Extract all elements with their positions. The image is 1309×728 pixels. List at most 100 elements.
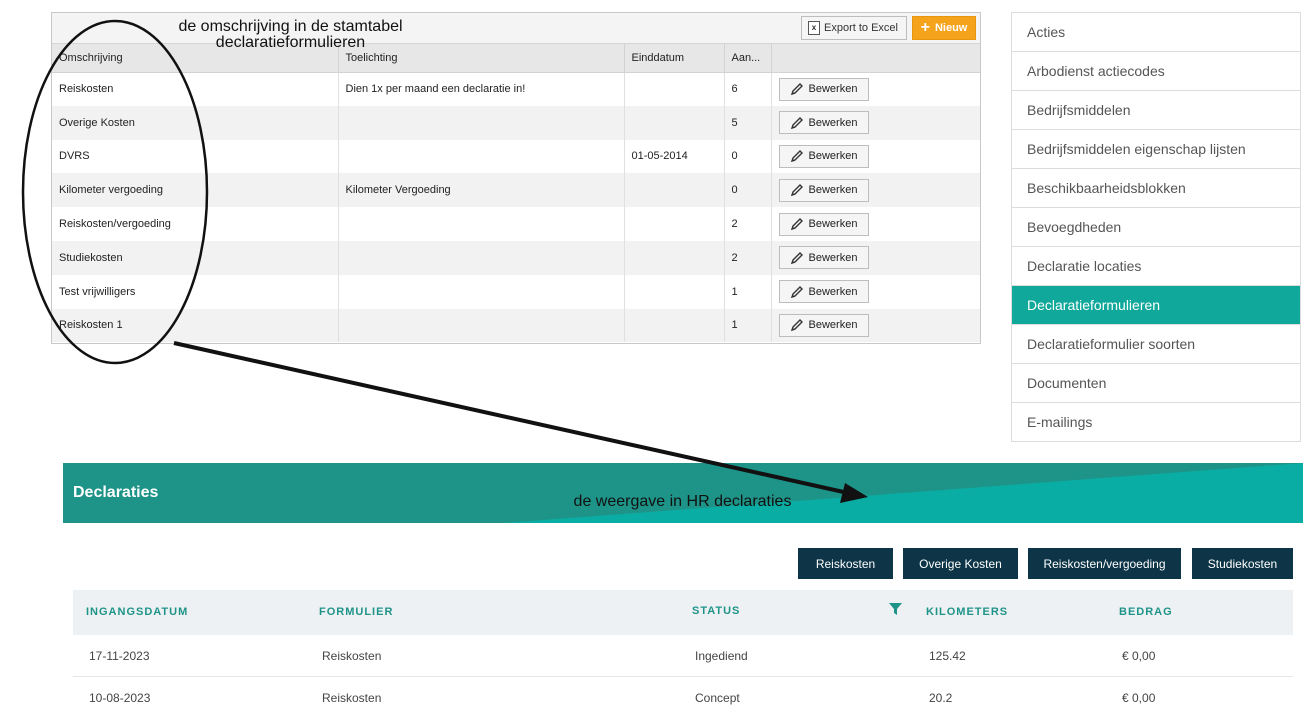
hr-column-status[interactable]: STATUS <box>692 605 740 617</box>
new-button[interactable]: + Nieuw <box>912 16 976 40</box>
edit-button[interactable]: Bewerken <box>778 111 869 135</box>
edit-button[interactable]: Bewerken <box>778 77 869 101</box>
hr-cell-formulier: Reiskosten <box>322 649 382 663</box>
column-header-actions <box>771 44 980 73</box>
edit-label: Bewerken <box>808 116 858 129</box>
cell-omschrijving: Studiekosten <box>52 240 339 275</box>
edit-label: Bewerken <box>808 218 858 231</box>
declaratieformulieren-grid: x Export to Excel + Nieuw Omschrijving T… <box>51 12 981 344</box>
table-row[interactable]: Reiskosten/vergoeding 2 Bewerken <box>52 207 980 241</box>
cell-omschrijving: Kilometer vergoeding <box>52 173 339 208</box>
edit-button[interactable]: Bewerken <box>778 178 869 202</box>
cell-toelichting <box>338 207 625 241</box>
export-excel-label: Export to Excel <box>824 22 898 34</box>
pencil-icon <box>790 218 803 231</box>
hr-cell-bedrag: € 0,00 <box>1122 691 1156 705</box>
cell-toelichting: Dien 1x per maand een declaratie in! <box>338 72 625 106</box>
side-menu-item-bedrijfsmiddelen-eigenschap-lijsten[interactable]: Bedrijfsmiddelen eigenschap lijsten <box>1012 130 1300 169</box>
cell-einddatum <box>624 308 725 343</box>
table-row[interactable]: Kilometer vergoeding Kilometer Vergoeding… <box>52 173 980 208</box>
edit-button[interactable]: Bewerken <box>778 246 869 270</box>
side-menu: Acties Arbodienst actiecodes Bedrijfsmidde… <box>1011 12 1301 442</box>
cell-omschrijving: Reiskosten/vergoeding <box>52 207 339 241</box>
edit-label: Bewerken <box>808 319 858 332</box>
side-menu-item-documenten[interactable]: Documenten <box>1012 364 1300 403</box>
hr-cell-status: Ingediend <box>695 649 748 663</box>
filter-button-overige-kosten[interactable]: Overige Kosten <box>903 548 1018 579</box>
side-menu-item-beschikbaarheidsblokken[interactable]: Beschikbaarheidsblokken <box>1012 169 1300 208</box>
side-menu-item-arbodienst-actiecodes[interactable]: Arbodienst actiecodes <box>1012 52 1300 91</box>
cell-einddatum <box>624 274 725 309</box>
column-header-aantal[interactable]: Aan... <box>724 44 772 73</box>
grid-table: Omschrijving Toelichting Einddatum Aan..… <box>52 44 980 343</box>
cell-aantal: 1 <box>724 308 772 343</box>
side-menu-item-acties[interactable]: Acties <box>1012 13 1300 52</box>
cell-aantal: 5 <box>724 105 772 140</box>
cell-toelichting <box>338 274 625 309</box>
side-menu-item-bedrijfsmiddelen[interactable]: Bedrijfsmiddelen <box>1012 91 1300 130</box>
hr-cell-kilometers: 125.42 <box>929 649 966 663</box>
cell-actions: Bewerken <box>771 173 980 208</box>
annotation-top-line1: de omschrijving in de stamtabel <box>178 18 403 35</box>
hr-column-kilometers[interactable]: KILOMETERS <box>926 606 1008 618</box>
cell-actions: Bewerken <box>771 308 980 343</box>
pencil-icon <box>790 150 803 163</box>
excel-icon: x <box>808 21 820 35</box>
declaraties-table-header: INGANGSDATUM FORMULIER STATUS KILOMETERS… <box>73 590 1293 635</box>
export-excel-button[interactable]: x Export to Excel <box>801 16 907 40</box>
hr-column-bedrag[interactable]: BEDRAG <box>1119 606 1173 618</box>
cell-actions: Bewerken <box>771 105 980 140</box>
side-menu-item-declaratie-locaties[interactable]: Declaratie locaties <box>1012 247 1300 286</box>
pencil-icon <box>790 116 803 129</box>
cell-omschrijving: Overige Kosten <box>52 105 339 140</box>
table-row[interactable]: 10-08-2023 Reiskosten Concept 20.2 € 0,0… <box>73 677 1293 719</box>
edit-button[interactable]: Bewerken <box>778 144 869 168</box>
edit-label: Bewerken <box>808 251 858 264</box>
cell-actions: Bewerken <box>771 207 980 241</box>
table-row[interactable]: Test vrijwilligers 1 Bewerken <box>52 274 980 309</box>
hr-column-ingangsdatum[interactable]: INGANGSDATUM <box>86 606 188 618</box>
table-row[interactable]: Studiekosten 2 Bewerken <box>52 240 980 275</box>
cell-omschrijving: DVRS <box>52 139 339 174</box>
cell-aantal: 1 <box>724 274 772 309</box>
table-row[interactable]: 17-11-2023 Reiskosten Ingediend 125.42 €… <box>73 635 1293 677</box>
cell-actions: Bewerken <box>771 240 980 275</box>
table-row[interactable]: DVRS 01-05-2014 0 Bewerken <box>52 139 980 174</box>
hr-cell-formulier: Reiskosten <box>322 691 382 705</box>
edit-button[interactable]: Bewerken <box>778 212 869 236</box>
table-row[interactable]: Reiskosten 1 1 Bewerken <box>52 308 980 343</box>
edit-label: Bewerken <box>808 83 858 96</box>
cell-einddatum <box>624 207 725 241</box>
table-row[interactable]: Reiskosten Dien 1x per maand een declarat… <box>52 72 980 106</box>
filter-button-studiekosten[interactable]: Studiekosten <box>1192 548 1293 579</box>
cell-actions: Bewerken <box>771 275 980 309</box>
table-row[interactable]: Overige Kosten 5 Bewerken <box>52 105 980 140</box>
cell-einddatum <box>624 105 725 140</box>
edit-button[interactable]: Bewerken <box>778 313 869 337</box>
annotation-top-line2: declaratieformulieren <box>215 34 366 51</box>
filter-button-reiskosten[interactable]: Reiskosten <box>798 548 893 579</box>
cell-aantal: 2 <box>724 240 772 275</box>
hr-cell-datum: 17-11-2023 <box>89 649 150 663</box>
filter-icon[interactable] <box>889 603 902 615</box>
edit-button[interactable]: Bewerken <box>778 280 869 304</box>
cell-omschrijving: Reiskosten <box>52 72 339 106</box>
cell-aantal: 0 <box>724 173 772 208</box>
cell-toelichting <box>338 139 625 174</box>
cell-aantal: 2 <box>724 207 772 241</box>
side-menu-item-declaratieformulier-soorten[interactable]: Declaratieformulier soorten <box>1012 325 1300 364</box>
side-menu-item-declaratieformulieren[interactable]: Declaratieformulieren <box>1012 286 1300 325</box>
plus-icon: + <box>920 19 930 36</box>
cell-toelichting <box>338 105 625 140</box>
cell-actions: Bewerken <box>771 72 980 106</box>
annotation-top: de omschrijving in de stamtabel declarat… <box>178 19 403 51</box>
side-menu-item-e-mailings[interactable]: E-mailings <box>1012 403 1300 442</box>
filter-button-reiskosten-vergoeding[interactable]: Reiskosten/vergoeding <box>1028 548 1181 579</box>
pencil-icon <box>790 319 803 332</box>
side-menu-item-bevoegdheden[interactable]: Bevoegdheden <box>1012 208 1300 247</box>
cell-einddatum: 01-05-2014 <box>624 139 725 174</box>
hr-column-formulier[interactable]: FORMULIER <box>319 606 393 618</box>
column-header-einddatum[interactable]: Einddatum <box>624 44 725 73</box>
cell-omschrijving: Test vrijwilligers <box>52 274 339 309</box>
hr-cell-kilometers: 20.2 <box>929 691 953 705</box>
